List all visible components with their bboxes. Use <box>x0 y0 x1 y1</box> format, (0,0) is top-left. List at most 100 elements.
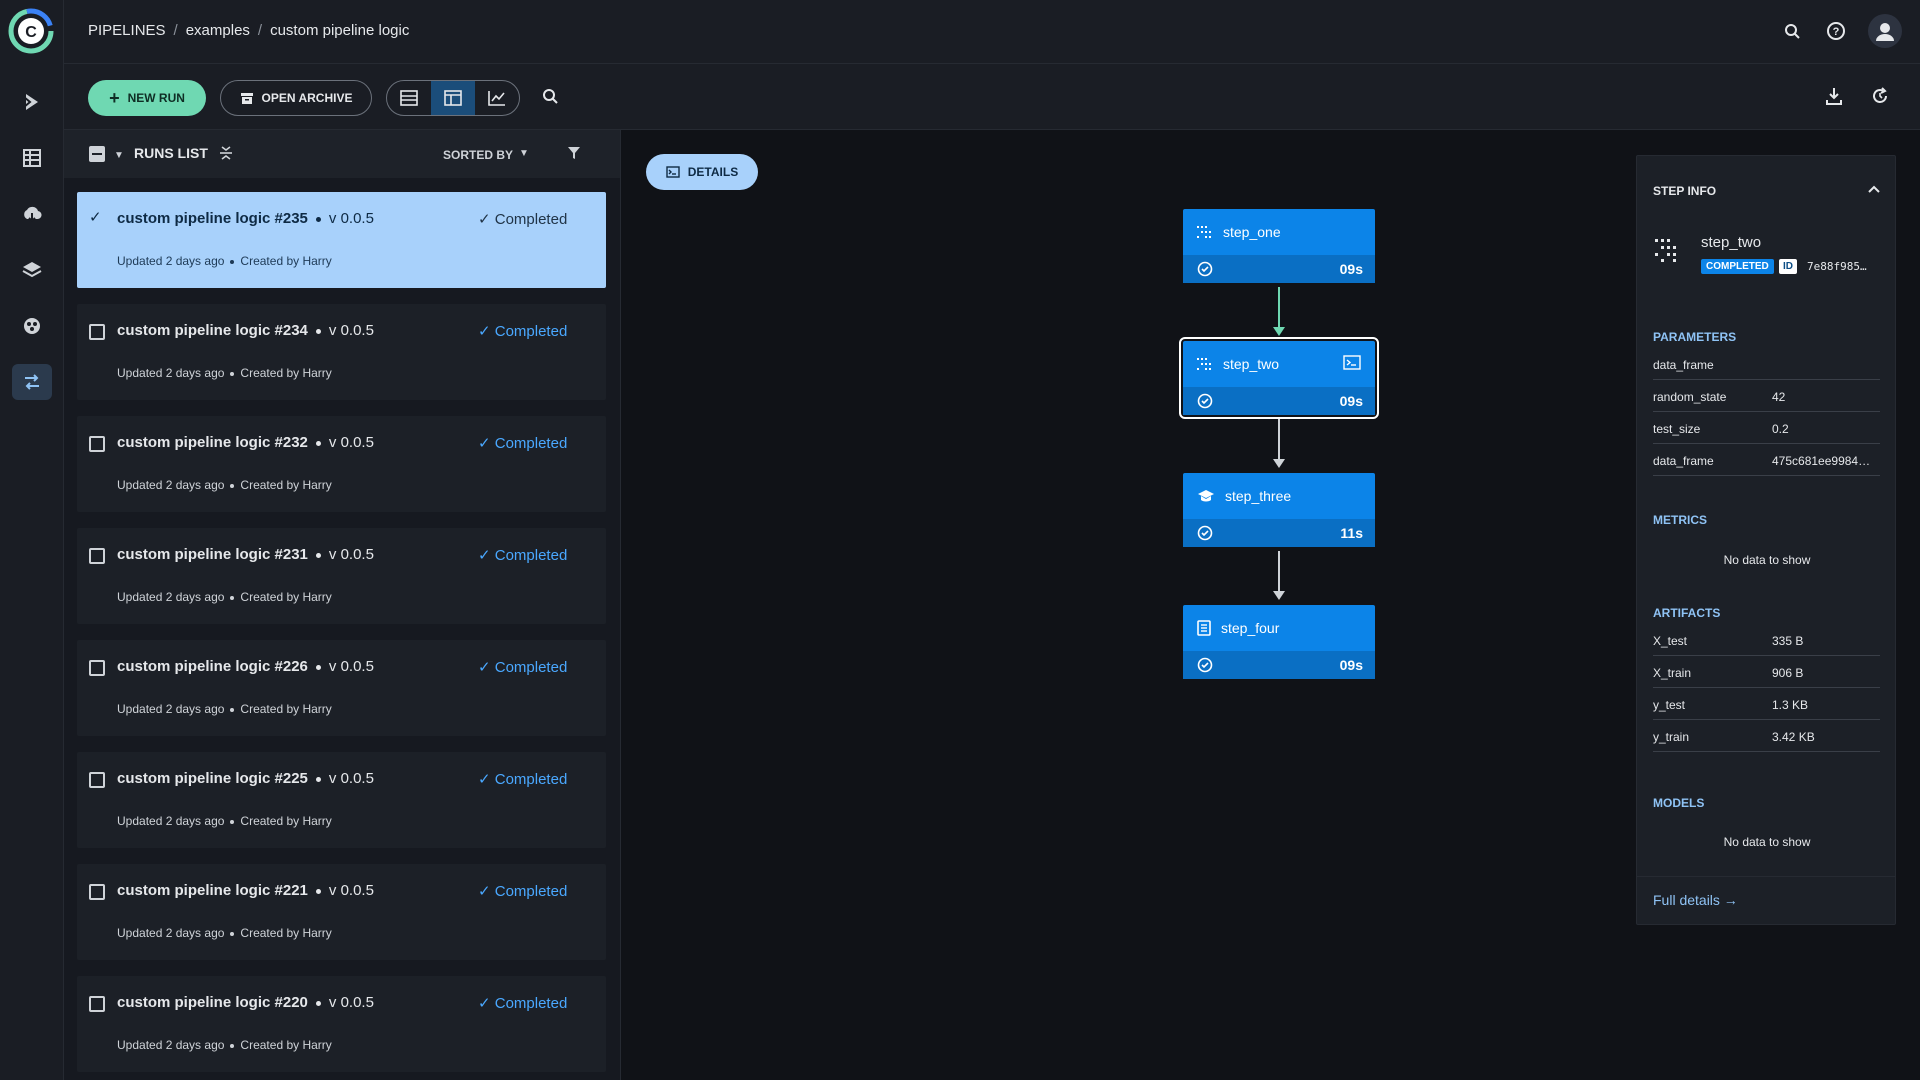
nav-layers-icon[interactable] <box>12 252 52 288</box>
run-list-item[interactable]: custom pipeline logic #220 v 0.0.5 ✓ Compl… <box>77 976 606 1072</box>
artifact-row[interactable]: y_train 3.42 KB <box>1653 720 1880 752</box>
run-title: custom pipeline logic #226 v 0.0.5 <box>117 658 374 675</box>
artifact-size: 1.3 KB <box>1772 698 1809 712</box>
run-checkbox[interactable] <box>89 548 105 564</box>
artifact-row[interactable]: y_test 1.3 KB <box>1653 688 1880 720</box>
step-id-value[interactable]: 7e88f985… <box>1807 260 1867 273</box>
run-checkbox[interactable] <box>89 660 105 676</box>
run-meta: Updated 2 days ago Created by Harry <box>117 1038 332 1052</box>
parameter-key: random_state <box>1653 390 1727 404</box>
list-icon <box>1197 226 1211 238</box>
nav-projects-icon[interactable] <box>12 84 52 120</box>
breadcrumb-root[interactable]: PIPELINES <box>88 22 166 39</box>
new-run-button[interactable]: + NEW RUN <box>88 80 206 116</box>
runs-list-title: RUNS LIST <box>134 145 208 161</box>
bullet-dot <box>230 819 235 824</box>
run-list-item[interactable]: custom pipeline logic #221 v 0.0.5 ✓ Compl… <box>77 864 606 960</box>
parameter-value[interactable]: 475c681ee9984… <box>1772 454 1878 468</box>
run-created-by: Created by Harry <box>240 254 332 268</box>
bullet-dot <box>230 259 235 264</box>
dag-node-step-four[interactable]: step_four 09s <box>1183 605 1375 679</box>
run-status: ✓ Completed <box>478 994 567 1012</box>
node-name: step_four <box>1221 620 1280 636</box>
dag-node-step-two[interactable]: step_two 09s <box>1179 337 1379 419</box>
pipeline-dag-canvas[interactable]: DETAILS step_one 09s step_two 09s step_t… <box>622 130 1636 1080</box>
run-meta: Updated 2 days ago Created by Harry <box>117 590 332 604</box>
models-title: MODELS <box>1653 796 1705 810</box>
app-logo-icon[interactable]: C <box>8 8 54 54</box>
console-icon[interactable] <box>1343 355 1361 370</box>
run-checkbox[interactable] <box>89 772 105 788</box>
filter-icon[interactable] <box>567 146 581 160</box>
run-updated: Updated 2 days ago <box>117 254 225 268</box>
run-checkbox[interactable] <box>89 324 105 340</box>
run-name: custom pipeline logic #220 <box>117 994 308 1011</box>
nav-cloud-icon[interactable] <box>12 196 52 232</box>
check-circle-icon <box>1197 393 1213 409</box>
run-list-item[interactable]: ✓ custom pipeline logic #235 v 0.0.5 ✓ Comp… <box>77 192 606 288</box>
sort-chevron-down-icon[interactable]: ▼ <box>519 148 529 159</box>
nav-pipelines-icon[interactable] <box>12 364 52 400</box>
run-status-label: Completed <box>494 659 568 676</box>
list-icon <box>1197 358 1211 370</box>
run-updated: Updated 2 days ago <box>117 1038 225 1052</box>
auto-refresh-icon[interactable] <box>1870 86 1890 106</box>
select-all-checkbox[interactable] <box>89 146 105 162</box>
run-checkbox[interactable] <box>89 996 105 1012</box>
run-title: custom pipeline logic #225 v 0.0.5 <box>117 770 374 787</box>
artifact-row[interactable]: X_test 335 B <box>1653 624 1880 656</box>
run-created-by: Created by Harry <box>240 590 332 604</box>
run-status-label: Completed <box>494 995 568 1012</box>
nav-models-brain-icon[interactable] <box>12 308 52 344</box>
bullet-dot <box>315 664 321 670</box>
run-list-item[interactable]: custom pipeline logic #225 v 0.0.5 ✓ Compl… <box>77 752 606 848</box>
new-run-label: NEW RUN <box>127 91 185 105</box>
user-avatar-icon[interactable] <box>1868 14 1902 48</box>
node-name: step_three <box>1225 488 1292 504</box>
help-icon[interactable]: ? <box>1824 19 1848 43</box>
run-checkbox[interactable] <box>89 884 105 900</box>
compare-chart-icon[interactable] <box>475 81 519 115</box>
check-icon: ✓ <box>478 435 495 452</box>
run-created-by: Created by Harry <box>240 702 332 716</box>
breadcrumb-parent[interactable]: examples <box>186 22 250 39</box>
run-meta: Updated 2 days ago Created by Harry <box>117 478 332 492</box>
select-menu-chevron-down-icon[interactable]: ▼ <box>114 150 124 161</box>
run-list-item[interactable]: custom pipeline logic #232 v 0.0.5 ✓ Compl… <box>77 416 606 512</box>
open-archive-button[interactable]: OPEN ARCHIVE <box>220 80 372 116</box>
check-icon: ✓ <box>478 883 495 900</box>
run-list-item[interactable]: custom pipeline logic #231 v 0.0.5 ✓ Compl… <box>77 528 606 624</box>
archive-icon <box>240 93 253 104</box>
run-updated: Updated 2 days ago <box>117 366 225 380</box>
nav-datasets-icon[interactable] <box>12 140 52 176</box>
run-updated: Updated 2 days ago <box>117 478 225 492</box>
selected-check-icon[interactable]: ✓ <box>89 208 105 226</box>
run-version: v 0.0.5 <box>328 658 374 675</box>
run-created-by: Created by Harry <box>240 814 332 828</box>
table-view-icon[interactable] <box>387 81 431 115</box>
run-status: ✓ Completed <box>478 658 567 676</box>
run-list-item[interactable]: custom pipeline logic #234 v 0.0.5 ✓ Compl… <box>77 304 606 400</box>
search-icon[interactable] <box>1780 19 1804 43</box>
dag-node-step-three[interactable]: step_three 11s <box>1183 473 1375 547</box>
artifact-row[interactable]: X_train 906 B <box>1653 656 1880 688</box>
node-duration: 09s <box>1339 393 1363 409</box>
run-name: custom pipeline logic #226 <box>117 658 308 675</box>
view-toggle-group <box>386 80 520 116</box>
run-version: v 0.0.5 <box>328 882 374 899</box>
metrics-title: METRICS <box>1653 513 1707 527</box>
sorted-by-button[interactable]: SORTED BY <box>443 148 513 162</box>
chevron-up-icon[interactable] <box>1867 182 1881 196</box>
dag-node-step-one[interactable]: step_one 09s <box>1183 209 1375 283</box>
status-badge: COMPLETED <box>1701 259 1774 274</box>
full-details-link[interactable]: Full details → <box>1653 892 1738 908</box>
bullet-dot <box>315 552 321 558</box>
parameter-key: data_frame <box>1653 454 1714 468</box>
metrics-empty-text: No data to show <box>1723 553 1811 567</box>
collapse-expand-icon[interactable] <box>218 144 234 162</box>
download-icon[interactable] <box>1824 86 1844 106</box>
search-runs-icon[interactable] <box>542 88 562 108</box>
run-list-item[interactable]: custom pipeline logic #226 v 0.0.5 ✓ Compl… <box>77 640 606 736</box>
run-checkbox[interactable] <box>89 436 105 452</box>
details-view-icon[interactable] <box>431 81 475 115</box>
